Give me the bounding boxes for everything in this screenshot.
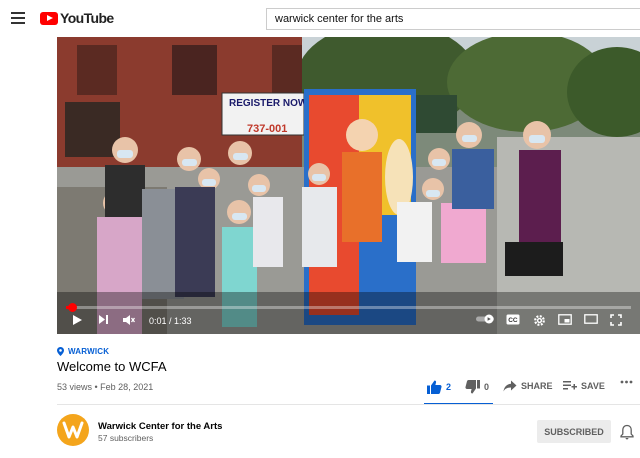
meta-separator: •	[92, 382, 101, 392]
masthead: YouTube	[0, 0, 640, 38]
fullscreen-icon	[610, 314, 622, 326]
scene-sign-phone: 737-001	[247, 123, 287, 135]
share-icon	[503, 380, 517, 392]
volume-button[interactable]	[122, 314, 140, 330]
upload-date: Feb 28, 2021	[100, 382, 154, 392]
youtube-play-icon	[40, 11, 58, 25]
captions-icon: CC	[506, 314, 520, 325]
wcfa-logo-icon	[62, 421, 84, 439]
add-to-playlist-icon	[563, 381, 577, 390]
miniplayer-icon	[558, 314, 572, 325]
search-input[interactable]	[266, 8, 640, 30]
svg-text:CC: CC	[508, 317, 518, 324]
view-count: 53 views	[57, 382, 93, 392]
play-icon	[73, 315, 82, 325]
autoplay-toggle-icon	[476, 314, 494, 324]
location-label: WARWICK	[68, 347, 110, 356]
dislike-button[interactable]: 0	[465, 380, 489, 394]
share-label: SHARE	[521, 381, 553, 391]
video-meta: 53 views • Feb 28, 2021	[57, 382, 153, 392]
captions-button[interactable]: CC	[506, 314, 524, 330]
settings-button[interactable]	[533, 314, 551, 330]
autoplay-toggle[interactable]	[475, 314, 497, 330]
thumbs-up-icon	[427, 380, 442, 394]
location-pin-icon	[57, 347, 64, 356]
like-count: 2	[446, 382, 452, 392]
dislike-count: 0	[484, 382, 490, 392]
more-actions-button[interactable]	[620, 380, 633, 384]
share-button[interactable]: SHARE	[503, 380, 553, 392]
bell-icon	[620, 424, 634, 440]
theater-mode-icon	[584, 314, 598, 324]
next-button[interactable]	[98, 314, 114, 330]
like-button[interactable]: 2	[427, 380, 451, 394]
theater-mode-button[interactable]	[584, 314, 602, 330]
duration: 1:33	[174, 316, 192, 326]
logo-text: YouTube	[60, 10, 114, 26]
video-frame: REGISTER NOW SUMMER ART 737-001	[57, 37, 640, 334]
gear-icon	[534, 315, 545, 326]
channel-avatar[interactable]	[57, 414, 89, 446]
progress-bar[interactable]	[66, 303, 631, 312]
current-time: 0:01	[149, 316, 167, 326]
youtube-logo[interactable]: YouTube	[40, 10, 114, 26]
play-button[interactable]	[71, 314, 87, 330]
save-button[interactable]: SAVE	[563, 380, 605, 391]
video-player[interactable]: REGISTER NOW SUMMER ART 737-001 0:01 / 1…	[57, 37, 640, 334]
fullscreen-button[interactable]	[610, 314, 628, 330]
more-horizontal-icon	[620, 380, 633, 384]
time-display: 0:01 / 1:33	[149, 316, 192, 326]
thumbs-down-icon	[465, 380, 480, 394]
subscriber-count: 57 subscribers	[98, 433, 154, 443]
notification-bell-button[interactable]	[620, 424, 634, 440]
miniplayer-button[interactable]	[558, 314, 576, 330]
save-label: SAVE	[581, 380, 605, 391]
menu-icon[interactable]	[11, 12, 25, 24]
next-icon	[99, 315, 108, 324]
video-title: Welcome to WCFA	[57, 359, 167, 374]
volume-muted-icon	[123, 315, 135, 325]
subscribe-button[interactable]: SUBSCRIBED	[537, 420, 611, 443]
divider	[57, 404, 640, 405]
location-link[interactable]: WARWICK	[57, 347, 109, 356]
channel-name[interactable]: Warwick Center for the Arts	[98, 421, 222, 432]
